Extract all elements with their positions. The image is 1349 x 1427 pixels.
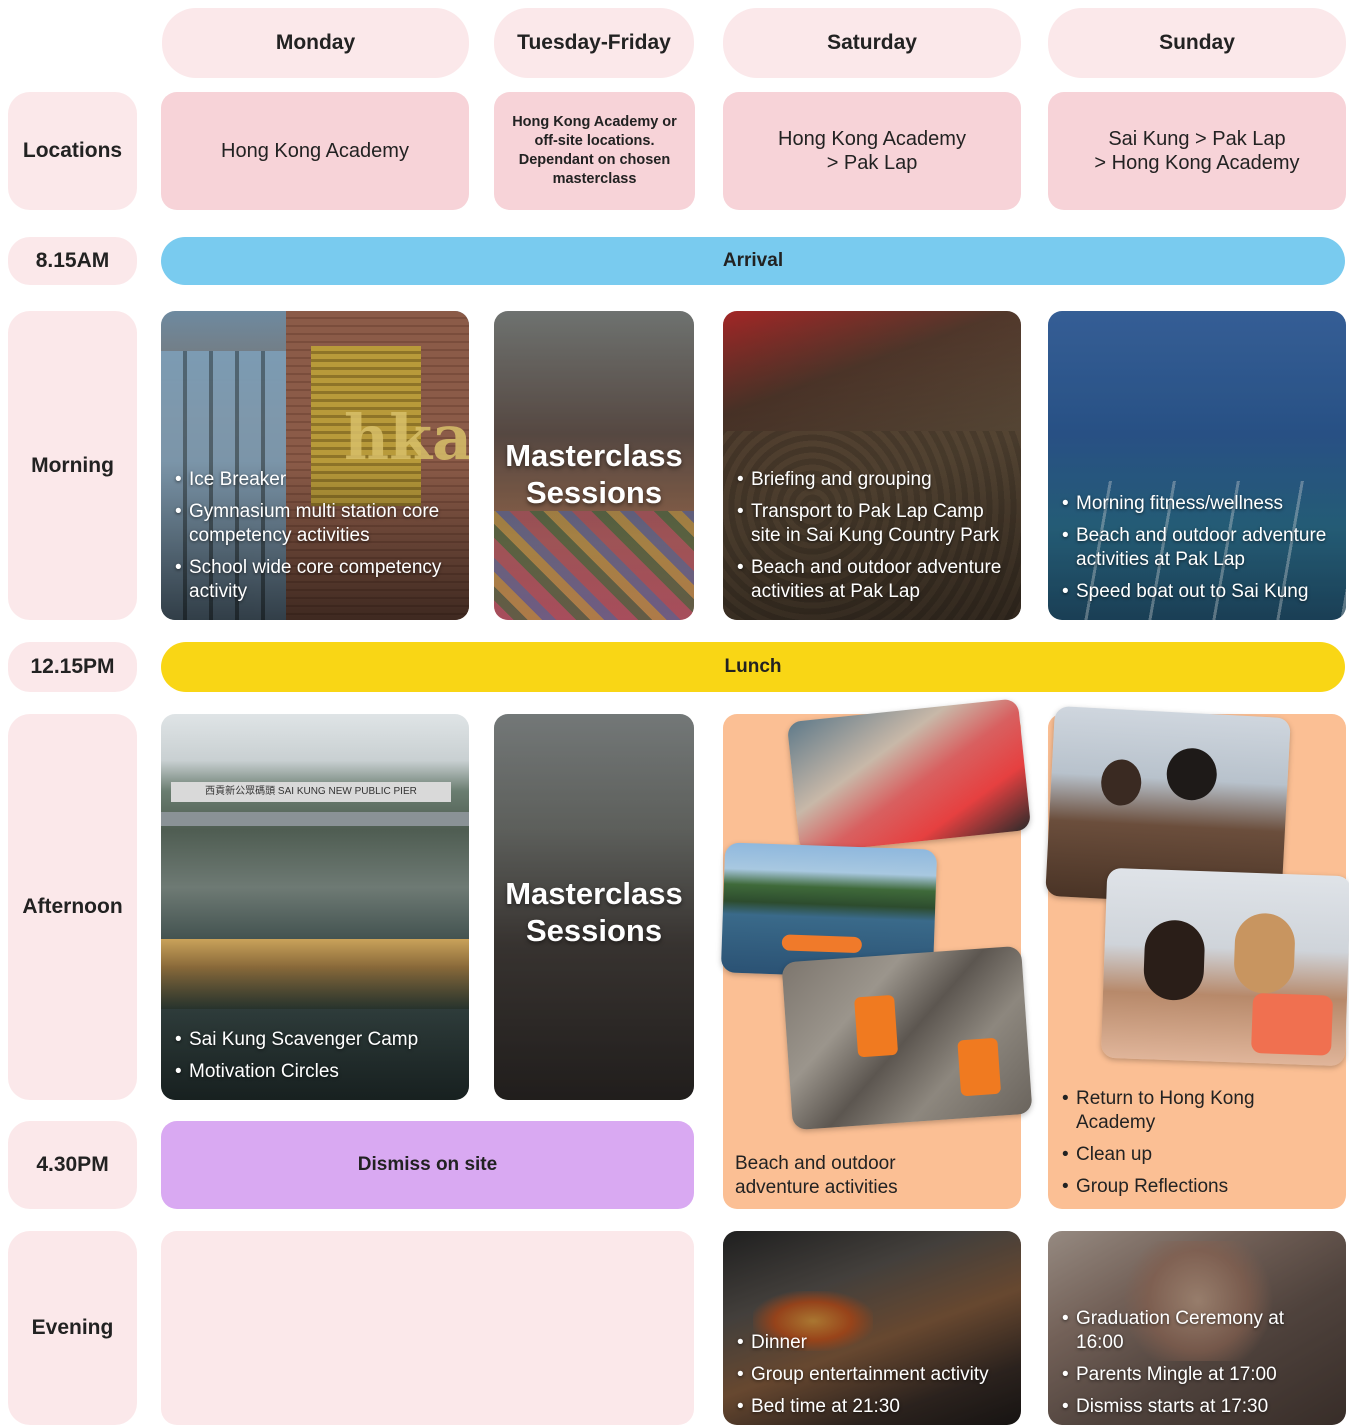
child-head [1165,746,1219,802]
row-label-lunch-time: 12.15PM [8,642,137,692]
row-label-locations: Locations [8,92,137,210]
climber [854,994,899,1058]
caption-line1: Beach and outdoor [735,1153,896,1174]
morning-tuesday-friday-card: Masterclass Sessions [494,311,694,620]
location-saturday-line1: Hong Kong Academy [778,128,966,150]
pier-roof [161,812,469,826]
location-tuesday-friday: Hong Kong Academy or off-site locations.… [494,92,695,210]
header-saturday: Saturday [723,8,1021,78]
child-shirt [1251,992,1334,1056]
morning-saturday-card: Briefing and grouping Transport to Pak L… [723,311,1021,620]
list-item: Briefing and grouping [737,468,1011,492]
location-sunday-line1: Sai Kung > Pak Lap [1108,128,1286,150]
location-sunday-line2: > Hong Kong Academy [1094,152,1300,174]
evening-sunday-card: Graduation Ceremony at 16:00 Parents Min… [1048,1231,1346,1425]
kayak [781,934,863,954]
masterclass-title: Masterclass Sessions [494,875,694,949]
list-item: Transport to Pak Lap Camp site in Sai Ku… [737,500,1011,548]
afternoon-monday-list: Sai Kung Scavenger Camp Motivation Circl… [175,1020,459,1084]
arrival-bar: Arrival [161,237,1345,285]
list-item: Dinner [737,1331,1011,1355]
location-monday: Hong Kong Academy [161,92,469,210]
masterclass-title-line1: Masterclass [505,876,683,911]
header-monday: Monday [162,8,469,78]
masterclass-title-line1: Masterclass [505,438,683,473]
list-item: Bed time at 21:30 [737,1395,1011,1419]
row-label-dismiss-time: 4.30PM [8,1121,137,1209]
location-sunday: Sai Kung > Pak Lap > Hong Kong Academy [1048,92,1346,210]
list-item: Motivation Circles [175,1060,459,1084]
list-item: Gymnasium multi station core competency … [175,500,459,548]
photo-kids-phone [1100,867,1349,1067]
list-item: Group entertainment activity [737,1363,1011,1387]
afternoon-tuesday-friday-card: Masterclass Sessions [494,714,694,1100]
morning-saturday-list: Briefing and grouping Transport to Pak L… [737,460,1011,604]
afternoon-sunday-list: Return to Hong Kong Academy Clean up Gro… [1062,1079,1336,1199]
afternoon-saturday-caption: Beach and outdoor adventure activities [735,1152,898,1200]
pier-sign: 西貢新公眾碼頭 SAI KUNG NEW PUBLIC PIER [171,782,451,802]
evening-empty-block [161,1231,694,1425]
afternoon-saturday-card: Beach and outdoor adventure activities [720,698,1033,1209]
list-item: Ice Breaker [175,468,459,492]
caption-line2: adventure activities [735,1177,898,1198]
list-item: Group Reflections [1062,1175,1336,1199]
list-item: Beach and outdoor adventure activities a… [737,556,1011,604]
location-monday-text: Hong Kong Academy [221,139,409,162]
header-tuesday-friday: Tuesday-Friday [494,8,694,78]
list-item: Morning fitness/wellness [1062,492,1336,516]
lunch-bar: Lunch [161,642,1345,692]
child-hair [1142,919,1206,1002]
child-head [1100,758,1143,807]
dismiss-bar: Dismiss on site [161,1121,694,1209]
list-item: Graduation Ceremony at 16:00 [1062,1307,1336,1355]
list-item: Sai Kung Scavenger Camp [175,1028,459,1052]
row-label-arrival-time: 8.15AM [8,237,137,285]
photo-rock-climbing [781,945,1033,1131]
masterclass-title: Masterclass Sessions [494,437,694,511]
masterclass-title-line2: Sessions [525,475,663,510]
climber [957,1037,1002,1097]
morning-sunday-card: Morning fitness/wellness Beach and outdo… [1048,311,1346,620]
location-saturday: Hong Kong Academy > Pak Lap [723,92,1021,210]
location-tuesday-friday-text: Hong Kong Academy or off-site locations.… [512,114,677,187]
list-item: Parents Mingle at 17:00 [1062,1363,1336,1387]
morning-monday-list: Ice Breaker Gymnasium multi station core… [175,460,459,604]
morning-monday-card: hka Ice Breaker Gymnasium multi station … [161,311,469,620]
afternoon-sunday-card: Return to Hong Kong Academy Clean up Gro… [1045,705,1349,1209]
list-item: Speed boat out to Sai Kung [1062,580,1336,604]
photo-kayak-rope [786,698,1032,854]
morning-sunday-list: Morning fitness/wellness Beach and outdo… [1062,484,1336,604]
masterclass-title-line2: Sessions [525,913,663,948]
row-label-morning: Morning [8,311,137,620]
list-item: Return to Hong Kong Academy [1062,1087,1336,1135]
row-label-afternoon: Afternoon [8,714,137,1100]
header-sunday: Sunday [1048,8,1346,78]
evening-saturday-card: Dinner Group entertainment activity Bed … [723,1231,1021,1425]
list-item: School wide core competency activity [175,556,459,604]
evening-sunday-list: Graduation Ceremony at 16:00 Parents Min… [1062,1299,1336,1419]
afternoon-monday-card: 西貢新公眾碼頭 SAI KUNG NEW PUBLIC PIER Sai Kun… [161,714,469,1100]
evening-saturday-list: Dinner Group entertainment activity Bed … [737,1323,1011,1419]
list-item: Beach and outdoor adventure activities a… [1062,524,1336,572]
location-saturday-line2: > Pak Lap [826,152,918,174]
row-label-evening: Evening [8,1231,137,1425]
list-item: Clean up [1062,1143,1336,1167]
list-item: Dismiss starts at 17:30 [1062,1395,1336,1419]
child-hair [1233,912,1296,995]
